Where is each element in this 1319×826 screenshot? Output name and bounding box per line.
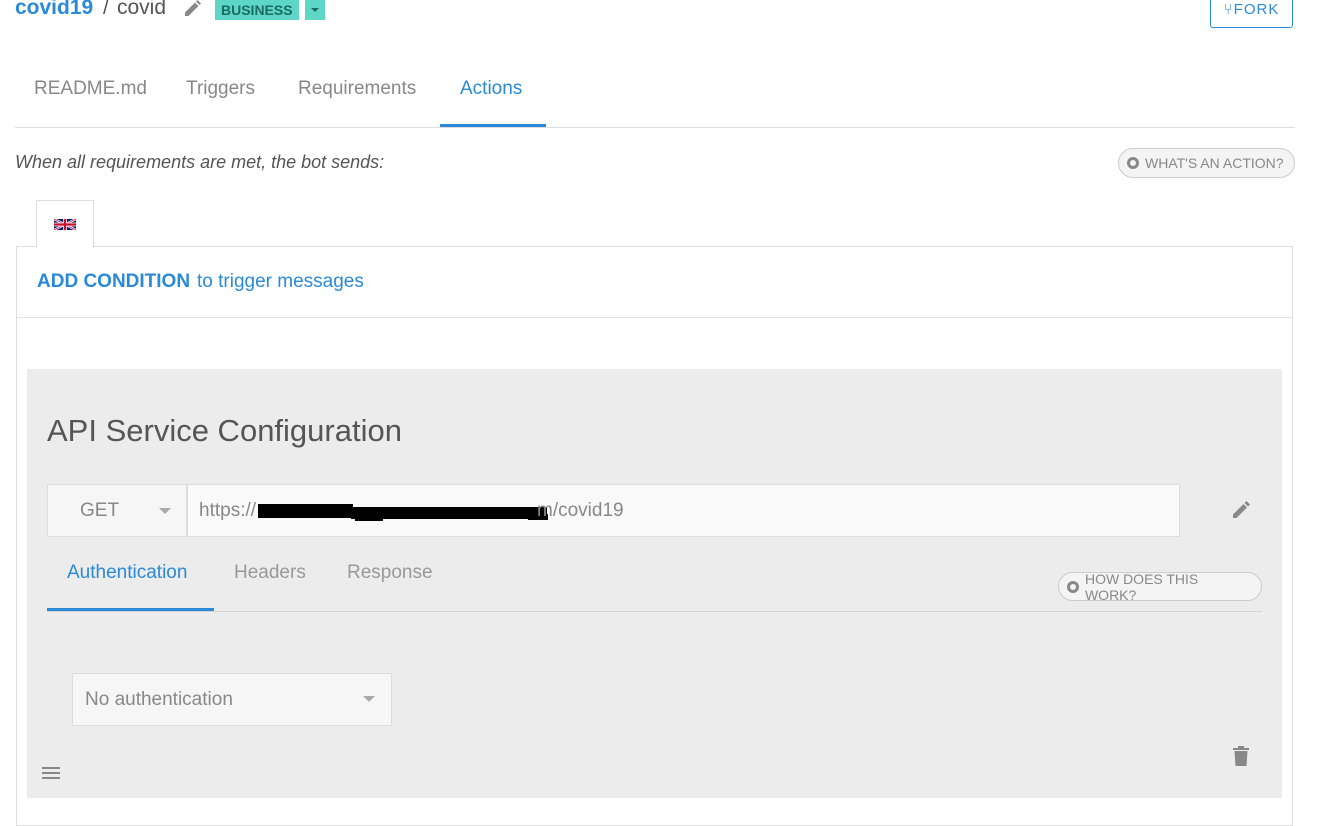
tabs-divider <box>15 127 1295 128</box>
edit-name-pencil-icon[interactable] <box>183 0 203 18</box>
plan-badge: BUSINESS <box>215 0 299 20</box>
subtab-response[interactable]: Response <box>347 562 433 584</box>
breadcrumb-separator: / <box>103 0 109 19</box>
delete-trash-icon[interactable] <box>1233 746 1249 766</box>
auth-dropdown-icon <box>363 696 375 702</box>
redaction-mark <box>355 518 383 521</box>
fork-button[interactable]: ⑂FORK <box>1210 0 1293 28</box>
actions-description: When all requirements are met, the bot s… <box>15 152 385 172</box>
redaction-mark <box>258 504 353 518</box>
fork-icon: ⑂ <box>1223 1 1234 18</box>
whats-an-action-label: WHAT'S AN ACTION? <box>1145 155 1284 171</box>
tab-readme[interactable]: README.md <box>34 78 147 100</box>
tab-triggers[interactable]: Triggers <box>186 78 255 100</box>
edit-url-pencil-icon[interactable] <box>1231 500 1251 520</box>
tab-requirements[interactable]: Requirements <box>298 78 416 100</box>
active-subtab-indicator <box>47 608 214 611</box>
bot-name: covid <box>117 0 167 19</box>
bot-owner-link[interactable]: covid19 <box>15 0 93 20</box>
how-does-this-work-button[interactable]: HOW DOES THIS WORK? <box>1058 570 1262 603</box>
tab-actions[interactable]: Actions <box>460 78 522 100</box>
url-path-text: m/covid19 <box>537 500 624 521</box>
add-condition-link[interactable]: ADD CONDITION <box>37 271 190 293</box>
subtab-headers[interactable]: Headers <box>234 562 306 584</box>
help-icon <box>1127 157 1139 169</box>
how-does-this-work-label: HOW DOES THIS WORK? <box>1084 570 1199 603</box>
help-icon <box>1067 580 1079 593</box>
whats-an-action-button[interactable]: WHAT'S AN ACTION? <box>1118 148 1295 178</box>
api-card-title: API Service Configuration <box>47 413 402 448</box>
uk-flag-icon <box>54 218 76 231</box>
condition-divider <box>17 317 1292 318</box>
fork-label: FORK <box>1233 1 1280 18</box>
method-dropdown-icon <box>159 508 171 514</box>
add-condition-hint[interactable]: to trigger messages <box>197 271 364 293</box>
authentication-select[interactable]: No authentication <box>72 673 392 726</box>
plan-dropdown-caret-icon[interactable] <box>305 0 325 20</box>
subtabs-divider <box>47 611 1262 612</box>
active-tab-indicator <box>440 124 546 127</box>
subtab-authentication[interactable]: Authentication <box>67 562 187 584</box>
language-tab-en[interactable] <box>36 200 94 248</box>
drag-handle-icon[interactable] <box>42 767 60 779</box>
